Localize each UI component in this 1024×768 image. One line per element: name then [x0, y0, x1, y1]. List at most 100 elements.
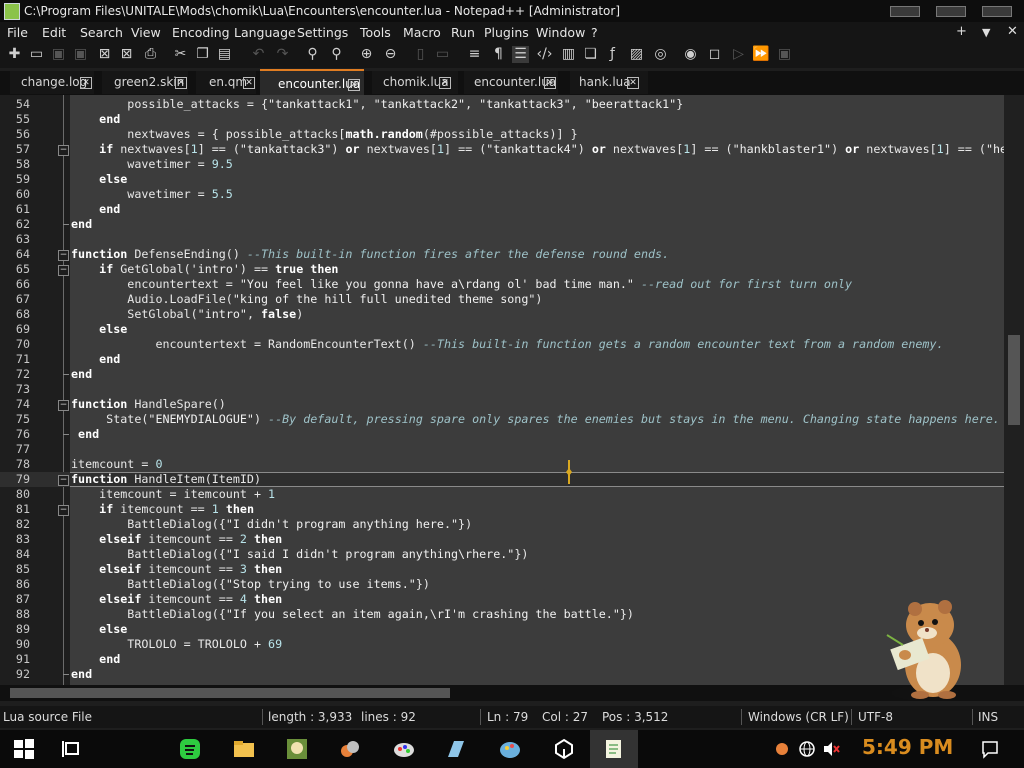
code-line[interactable]: 75 State("ENEMYDIALOGUE") --By default, … — [0, 412, 1004, 427]
code-line[interactable]: 69 else — [0, 322, 1004, 337]
code-line[interactable]: 71 end — [0, 352, 1004, 367]
undo-icon[interactable]: ↶ — [250, 46, 267, 63]
tab-chomik-lua[interactable]: chomik.lua ✕ — [372, 71, 458, 94]
close-document-icon[interactable]: ✕ — [1007, 24, 1018, 39]
code-line[interactable]: 60 wavetimer = 5.5 — [0, 187, 1004, 202]
tab-en-qm[interactable]: en.qm ✕ — [196, 71, 256, 94]
fold-toggle-icon[interactable]: − — [58, 145, 69, 156]
menu-window[interactable]: Window — [536, 25, 585, 40]
code-line[interactable]: 82 BattleDialog({"I didn't program anyth… — [0, 517, 1004, 532]
close-icon[interactable]: ⊠ — [96, 46, 113, 63]
menu-run[interactable]: Run — [451, 25, 475, 40]
document-list-icon[interactable]: ❏ — [582, 46, 599, 63]
print-icon[interactable]: ⎙ — [142, 46, 159, 63]
tab-hank-lua[interactable]: hank.lua ✕ — [570, 71, 648, 94]
file-explorer-icon[interactable] — [232, 737, 256, 761]
insert-mode[interactable]: INS — [978, 710, 998, 724]
code-line[interactable]: 56 nextwaves = { possible_attacks[math.r… — [0, 127, 1004, 142]
code-line[interactable]: 79 − function HandleItem(ItemID) — [0, 472, 1004, 487]
menu-tools[interactable]: Tools — [360, 25, 391, 40]
monitoring-icon[interactable]: ◎ — [652, 46, 669, 63]
unity-icon[interactable] — [552, 737, 576, 761]
code-line[interactable]: 73 — [0, 382, 1004, 397]
indent-guide-icon[interactable]: ☰ — [512, 46, 529, 63]
word-wrap-icon[interactable]: ≡ — [466, 46, 483, 63]
task-view-icon[interactable] — [60, 737, 84, 761]
eol-format[interactable]: Windows (CR LF) — [748, 710, 849, 724]
zoom-in-icon[interactable]: ⊕ — [358, 46, 375, 63]
code-line[interactable]: 84 BattleDialog({"I said I didn't progra… — [0, 547, 1004, 562]
tab-list-dropdown-icon[interactable]: ▼ — [982, 26, 990, 39]
code-line[interactable]: 88 BattleDialog({"If you select an item … — [0, 607, 1004, 622]
tab-close-icon[interactable]: ✕ — [175, 77, 187, 89]
menu-search[interactable]: Search — [80, 25, 123, 40]
tab-close-icon[interactable]: ✕ — [544, 77, 556, 89]
record-macro-icon[interactable]: ◉ — [682, 46, 699, 63]
sync-vertical-icon[interactable]: ▯ — [412, 46, 429, 63]
code-line[interactable]: 61 end — [0, 202, 1004, 217]
taskbar-clock[interactable]: 5:49 PM — [862, 735, 953, 759]
paste-icon[interactable]: ▤ — [216, 46, 233, 63]
code-line[interactable]: 62 end — [0, 217, 1004, 232]
paint-3d-icon[interactable] — [498, 737, 522, 761]
fold-toggle-icon[interactable]: − — [58, 250, 69, 261]
tab-close-icon[interactable]: ✕ — [627, 77, 639, 89]
tab-close-icon[interactable]: ✕ — [80, 77, 92, 89]
tab-green2-skin[interactable]: green2.skin ✕ — [102, 71, 188, 94]
scrollbar-thumb[interactable] — [1008, 335, 1020, 425]
cut-icon[interactable]: ✂ — [172, 46, 189, 63]
code-line[interactable]: 65 − if GetGlobal('intro') == true then — [0, 262, 1004, 277]
vertical-scrollbar[interactable] — [1004, 95, 1024, 685]
tab-encounter-lua-2[interactable]: encounter.lua ✕ — [464, 71, 558, 94]
taskbar-app-icon-2[interactable] — [338, 737, 362, 761]
menu-settings[interactable]: Settings — [297, 25, 348, 40]
scrollbar-thumb[interactable] — [10, 688, 450, 698]
close-window-button[interactable] — [982, 6, 1012, 17]
tab-close-icon[interactable]: ✕ — [243, 77, 255, 89]
code-line[interactable]: 67 Audio.LoadFile("king of the hill full… — [0, 292, 1004, 307]
playback-macro-icon[interactable]: ▷ — [730, 46, 747, 63]
notepadpp-app-icon[interactable] — [4, 3, 20, 20]
code-line[interactable]: 90 TROLOLO = TROLOLO + 69 — [0, 637, 1004, 652]
menu-macro[interactable]: Macro — [403, 25, 441, 40]
action-center-icon[interactable] — [980, 737, 1000, 761]
code-line[interactable]: 74 − function HandleSpare() — [0, 397, 1004, 412]
tray-app-icon[interactable] — [774, 737, 790, 761]
save-all-icon[interactable]: ▣ — [72, 46, 89, 63]
taskbar-app-icon-3[interactable] — [444, 737, 468, 761]
windows-start-icon[interactable] — [12, 737, 36, 761]
code-line[interactable]: 85 elseif itemcount == 3 then — [0, 562, 1004, 577]
menu-file[interactable]: File — [7, 25, 28, 40]
code-line[interactable]: 80 itemcount = itemcount + 1 — [0, 487, 1004, 502]
show-all-characters-icon[interactable]: ¶ — [490, 46, 507, 63]
code-line[interactable]: 57 − if nextwaves[1] == ("tankattack3") o… — [0, 142, 1014, 157]
new-file-icon[interactable]: ✚ — [6, 46, 23, 63]
horizontal-scrollbar[interactable] — [0, 685, 1024, 701]
save-macro-icon[interactable]: ▣ — [776, 46, 793, 63]
code-line[interactable]: 55 end — [0, 112, 1004, 127]
volume-muted-icon[interactable] — [822, 737, 840, 761]
code-editor[interactable]: 54 possible_attacks = {"tankattack1", "t… — [0, 95, 1014, 685]
code-line[interactable]: 66 encountertext = "You feel like you go… — [0, 277, 1004, 292]
new-tab-plus-icon[interactable]: + — [956, 24, 967, 39]
code-line[interactable]: 78 itemcount = 0 — [0, 457, 1004, 472]
code-line[interactable]: 54 possible_attacks = {"tankattack1", "t… — [0, 97, 1004, 112]
code-line[interactable]: 92 end — [0, 667, 1004, 682]
menu-plugins[interactable]: Plugins — [484, 25, 529, 40]
fold-toggle-icon[interactable]: − — [58, 265, 69, 276]
notepadpp-taskbar-icon[interactable] — [602, 737, 626, 761]
folder-workspace-icon[interactable]: ▨ — [628, 46, 645, 63]
redo-icon[interactable]: ↷ — [274, 46, 291, 63]
fold-toggle-icon[interactable]: − — [58, 400, 69, 411]
encoding-format[interactable]: UTF-8 — [858, 710, 893, 724]
stop-recording-icon[interactable]: ◻ — [706, 46, 723, 63]
code-line[interactable]: 87 elseif itemcount == 4 then — [0, 592, 1004, 607]
xml-tag-icon[interactable]: ‹/› — [536, 46, 553, 63]
menu-language[interactable]: Language — [234, 25, 296, 40]
paint-app-icon[interactable] — [392, 737, 416, 761]
sync-horizontal-icon[interactable]: ▭ — [434, 46, 451, 63]
menu-encoding[interactable]: Encoding — [172, 25, 230, 40]
code-line[interactable]: 76 end — [0, 427, 1004, 442]
menu-edit[interactable]: Edit — [42, 25, 66, 40]
zoom-out-icon[interactable]: ⊖ — [382, 46, 399, 63]
